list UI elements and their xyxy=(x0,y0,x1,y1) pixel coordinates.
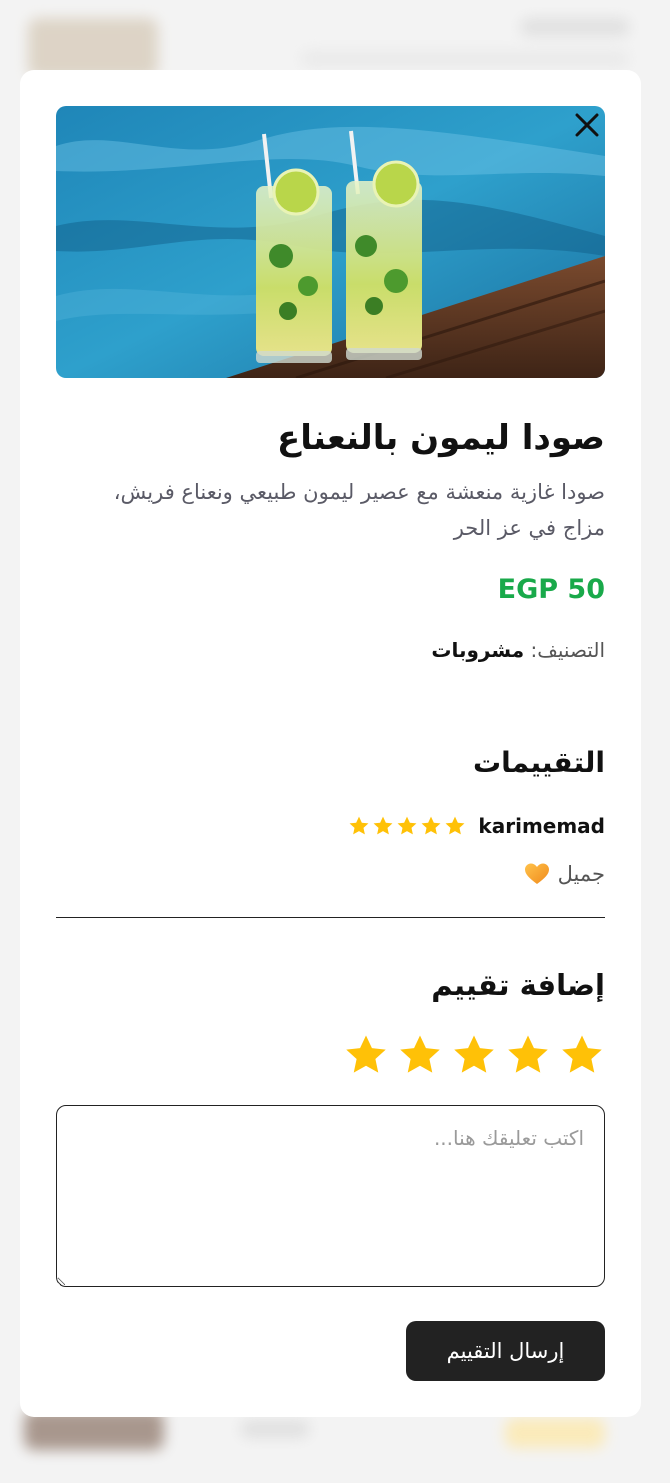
product-modal: صودا ليمون بالنعناع صودا غازية منعشة مع … xyxy=(20,70,641,1417)
product-title: صودا ليمون بالنعناع xyxy=(277,418,605,458)
review-comment-text: جميل xyxy=(557,862,605,886)
product-category: التصنيف: مشروبات xyxy=(431,638,605,662)
star-icon[interactable] xyxy=(559,1032,605,1078)
review-comment: جميل xyxy=(524,862,605,886)
product-description: صودا غازية منعشة مع عصير ليمون طبيعي ونع… xyxy=(113,480,605,540)
star-icon xyxy=(373,816,393,835)
product-image xyxy=(56,106,605,378)
review-rating xyxy=(348,815,466,837)
section-divider xyxy=(56,917,605,918)
orange-heart-icon xyxy=(524,863,549,884)
star-icon xyxy=(397,816,417,835)
product-price: EGP 50 xyxy=(497,574,605,605)
reviews-heading: التقييمات xyxy=(473,746,605,779)
close-icon xyxy=(575,113,599,137)
category-label: التصنيف: xyxy=(530,638,605,662)
review-item: karimemad xyxy=(348,814,605,838)
submit-review-button[interactable]: إرسال التقييم xyxy=(406,1321,605,1381)
review-username: karimemad xyxy=(478,814,605,838)
star-icon[interactable] xyxy=(505,1032,551,1078)
star-icon[interactable] xyxy=(451,1032,497,1078)
star-icon[interactable] xyxy=(343,1032,389,1078)
comment-input[interactable] xyxy=(56,1105,605,1287)
star-icon xyxy=(349,816,369,835)
star-icon xyxy=(421,816,441,835)
category-value: مشروبات xyxy=(431,638,525,662)
rating-input xyxy=(343,1032,605,1078)
star-icon[interactable] xyxy=(397,1032,443,1078)
close-button[interactable] xyxy=(572,110,602,140)
add-review-heading: إضافة تقييم xyxy=(431,968,605,1002)
star-icon xyxy=(445,816,465,835)
